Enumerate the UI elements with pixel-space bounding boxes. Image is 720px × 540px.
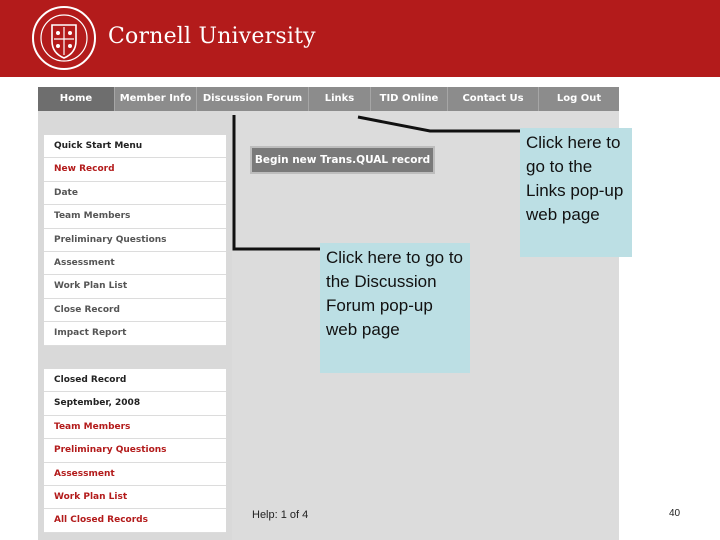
sidebar: Quick Start Menu New Record Date Team Me…: [38, 111, 232, 540]
sidebar-item-closed-assessment[interactable]: Assessment: [44, 463, 226, 486]
help-pager: Help: 1 of 4: [252, 509, 309, 521]
closed-record-menu: Closed Record September, 2008 Team Membe…: [44, 369, 226, 533]
nav-log-out[interactable]: Log Out: [539, 87, 619, 111]
nav-member-info[interactable]: Member Info: [115, 87, 197, 111]
sidebar-item-close-record: Close Record: [44, 299, 226, 323]
sidebar-item-closed-work-plan-list[interactable]: Work Plan List: [44, 486, 226, 510]
page-number: 40: [669, 508, 681, 519]
sidebar-heading-closed-record: Closed Record: [44, 369, 226, 393]
sidebar-item-closed-team-members[interactable]: Team Members: [44, 416, 226, 440]
main-nav: Home Member Info Discussion Forum Links …: [38, 87, 619, 111]
sidebar-item-work-plan-list: Work Plan List: [44, 275, 226, 299]
sidebar-item-record-date: September, 2008: [44, 392, 226, 416]
sidebar-item-team-members: Team Members: [44, 205, 226, 229]
sidebar-item-new-record[interactable]: New Record: [44, 158, 226, 182]
site-header: Cornell University: [0, 0, 720, 77]
nav-discussion-forum[interactable]: Discussion Forum: [197, 87, 309, 111]
nav-tid-online[interactable]: TID Online: [371, 87, 448, 111]
nav-home[interactable]: Home: [38, 87, 115, 111]
forum-callout: Click here to go to the Discussion Forum…: [320, 243, 470, 373]
sidebar-item-preliminary-questions: Preliminary Questions: [44, 229, 226, 252]
sidebar-item-impact-report: Impact Report: [44, 322, 226, 346]
sidebar-item-closed-preliminary-questions[interactable]: Preliminary Questions: [44, 439, 226, 463]
quick-start-menu: Quick Start Menu New Record Date Team Me…: [44, 135, 226, 346]
nav-contact-us[interactable]: Contact Us: [448, 87, 539, 111]
sidebar-item-all-closed-records[interactable]: All Closed Records: [44, 509, 226, 533]
sidebar-item-assessment: Assessment: [44, 252, 226, 276]
brand-name: Cornell University: [108, 24, 316, 49]
cornell-seal-icon: [32, 6, 96, 70]
sidebar-item-date: Date: [44, 182, 226, 206]
links-callout: Click here to go to the Links pop-up web…: [520, 128, 632, 257]
sidebar-heading-quick-start: Quick Start Menu: [44, 135, 226, 159]
begin-new-record-button[interactable]: Begin new Trans.QUAL record: [250, 146, 435, 174]
nav-links[interactable]: Links: [309, 87, 371, 111]
